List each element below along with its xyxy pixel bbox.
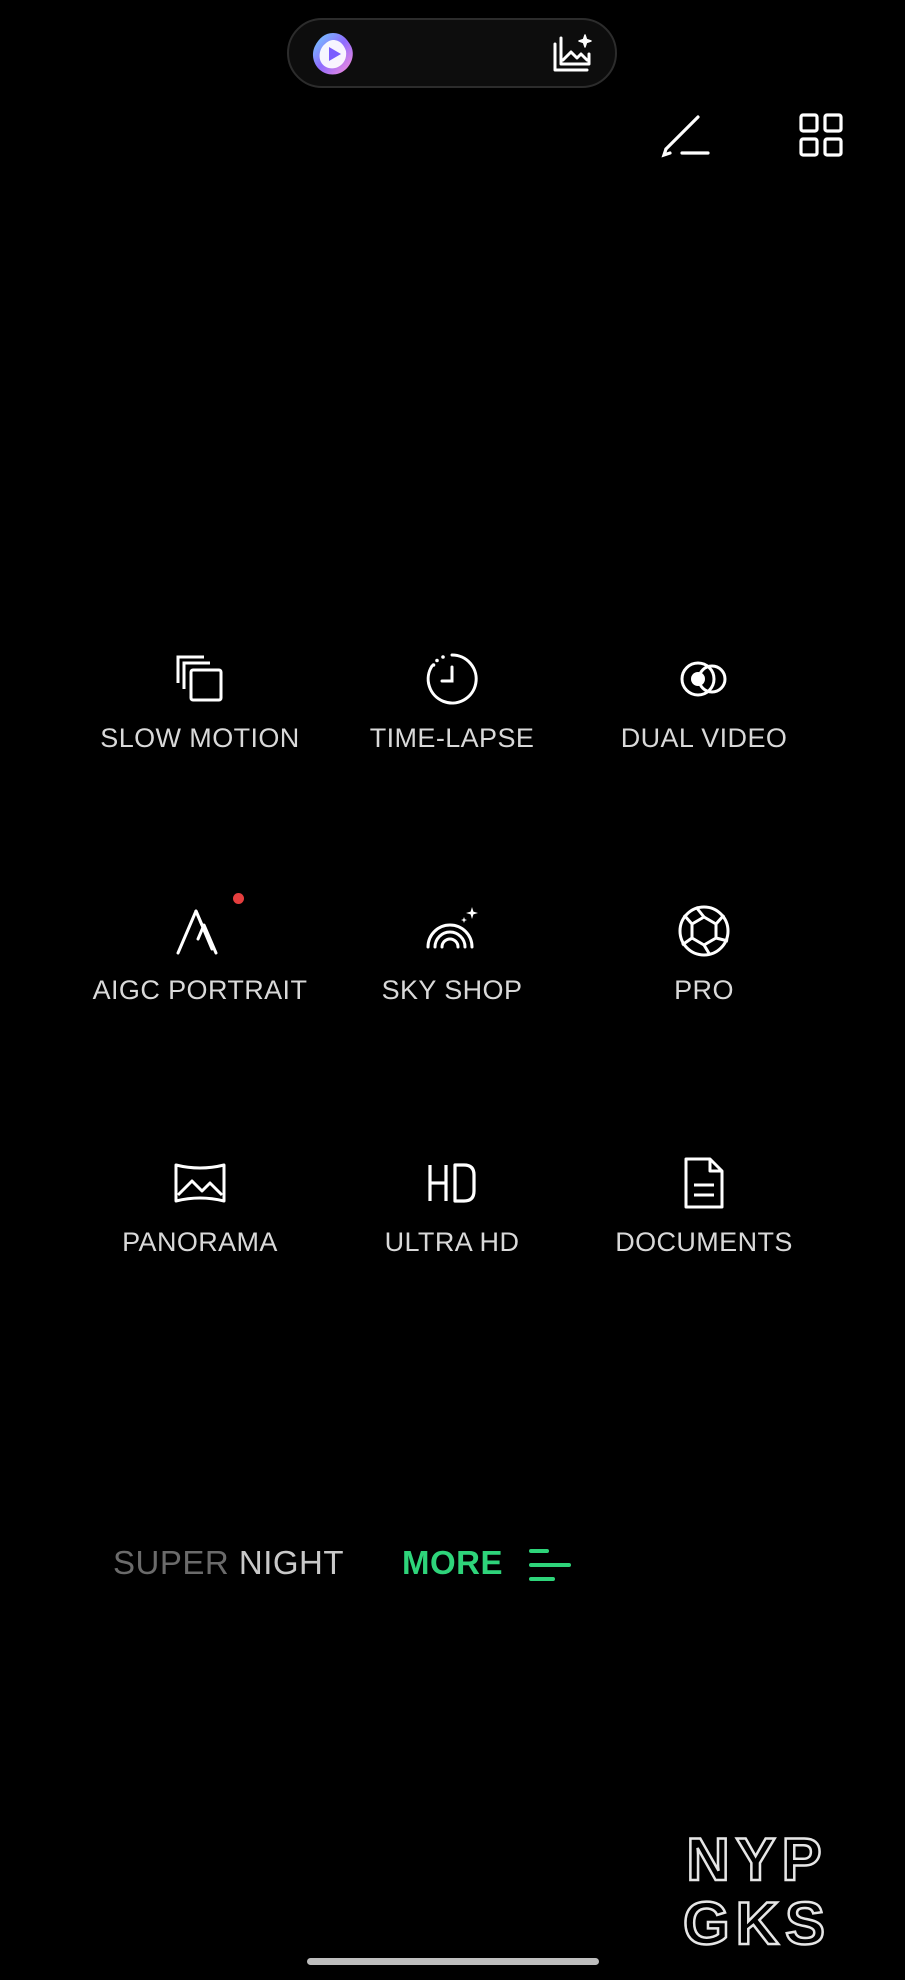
watermark-line1: NYP (686, 1826, 827, 1893)
top-ai-pill (287, 18, 617, 88)
mode-super-night-label: NIGHT (229, 1544, 345, 1581)
mode-label: PANORAMA (122, 1227, 278, 1257)
mode-label: PRO (674, 975, 734, 1005)
mode-sky-shop[interactable]: SKY SHOP (326, 903, 578, 1043)
new-badge-dot (233, 893, 244, 904)
aperture-icon (678, 905, 730, 957)
mode-slow-motion[interactable]: SLOW MOTION (74, 651, 326, 791)
mode-documents[interactable]: DOCUMENTS (578, 1155, 830, 1295)
hd-icon (428, 1163, 476, 1203)
mode-label: TIME-LAPSE (369, 723, 535, 753)
mode-label: DOCUMENTS (615, 1227, 793, 1257)
camera-mode-bar: SUPER NIGHT MORE (0, 1540, 905, 1590)
watermark-line2: GKS (683, 1890, 831, 1950)
sky-shop-icon (426, 907, 478, 949)
mode-label: DUAL VIDEO (620, 723, 788, 753)
dual-video-icon (680, 661, 727, 697)
mode-super-night[interactable]: SUPER NIGHT (113, 1544, 344, 1582)
mode-label: AIGC PORTRAIT (92, 975, 308, 1005)
mode-label: SKY SHOP (381, 975, 523, 1005)
mode-panorama[interactable]: PANORAMA (74, 1155, 326, 1295)
nypgks-watermark-logo: NYP GKS (682, 1825, 831, 1950)
mode-ultra-hd[interactable]: ULTRA HD (326, 1155, 578, 1295)
camera-more-modes-screen: SLOW MOTION TIME-LAPSE DUAL VIDEO AIGC P… (0, 0, 905, 1980)
edit-pen-icon[interactable] (658, 107, 714, 163)
mode-super-night-faded: SUPER (113, 1544, 230, 1581)
panorama-icon (174, 1163, 226, 1203)
mode-label: SLOW MOTION (100, 723, 300, 753)
timer-icon (426, 653, 478, 705)
ai-image-edit-icon[interactable] (549, 30, 597, 78)
mode-time-lapse[interactable]: TIME-LAPSE (326, 651, 578, 791)
mode-more[interactable]: MORE (402, 1544, 503, 1582)
home-indicator-bar[interactable] (307, 1958, 599, 1965)
mode-pro[interactable]: PRO (578, 903, 830, 1043)
document-icon (684, 1157, 724, 1209)
mode-label: ULTRA HD (384, 1227, 520, 1257)
slow-motion-icon (176, 655, 223, 702)
ai-logo-icon[interactable] (309, 30, 357, 78)
mode-aigc-portrait[interactable]: AIGC PORTRAIT (74, 893, 326, 1043)
menu-lines-icon[interactable] (527, 1545, 573, 1585)
grid-icon[interactable] (793, 107, 849, 163)
aigc-portrait-icon (176, 909, 218, 955)
mode-dual-video[interactable]: DUAL VIDEO (578, 651, 830, 791)
